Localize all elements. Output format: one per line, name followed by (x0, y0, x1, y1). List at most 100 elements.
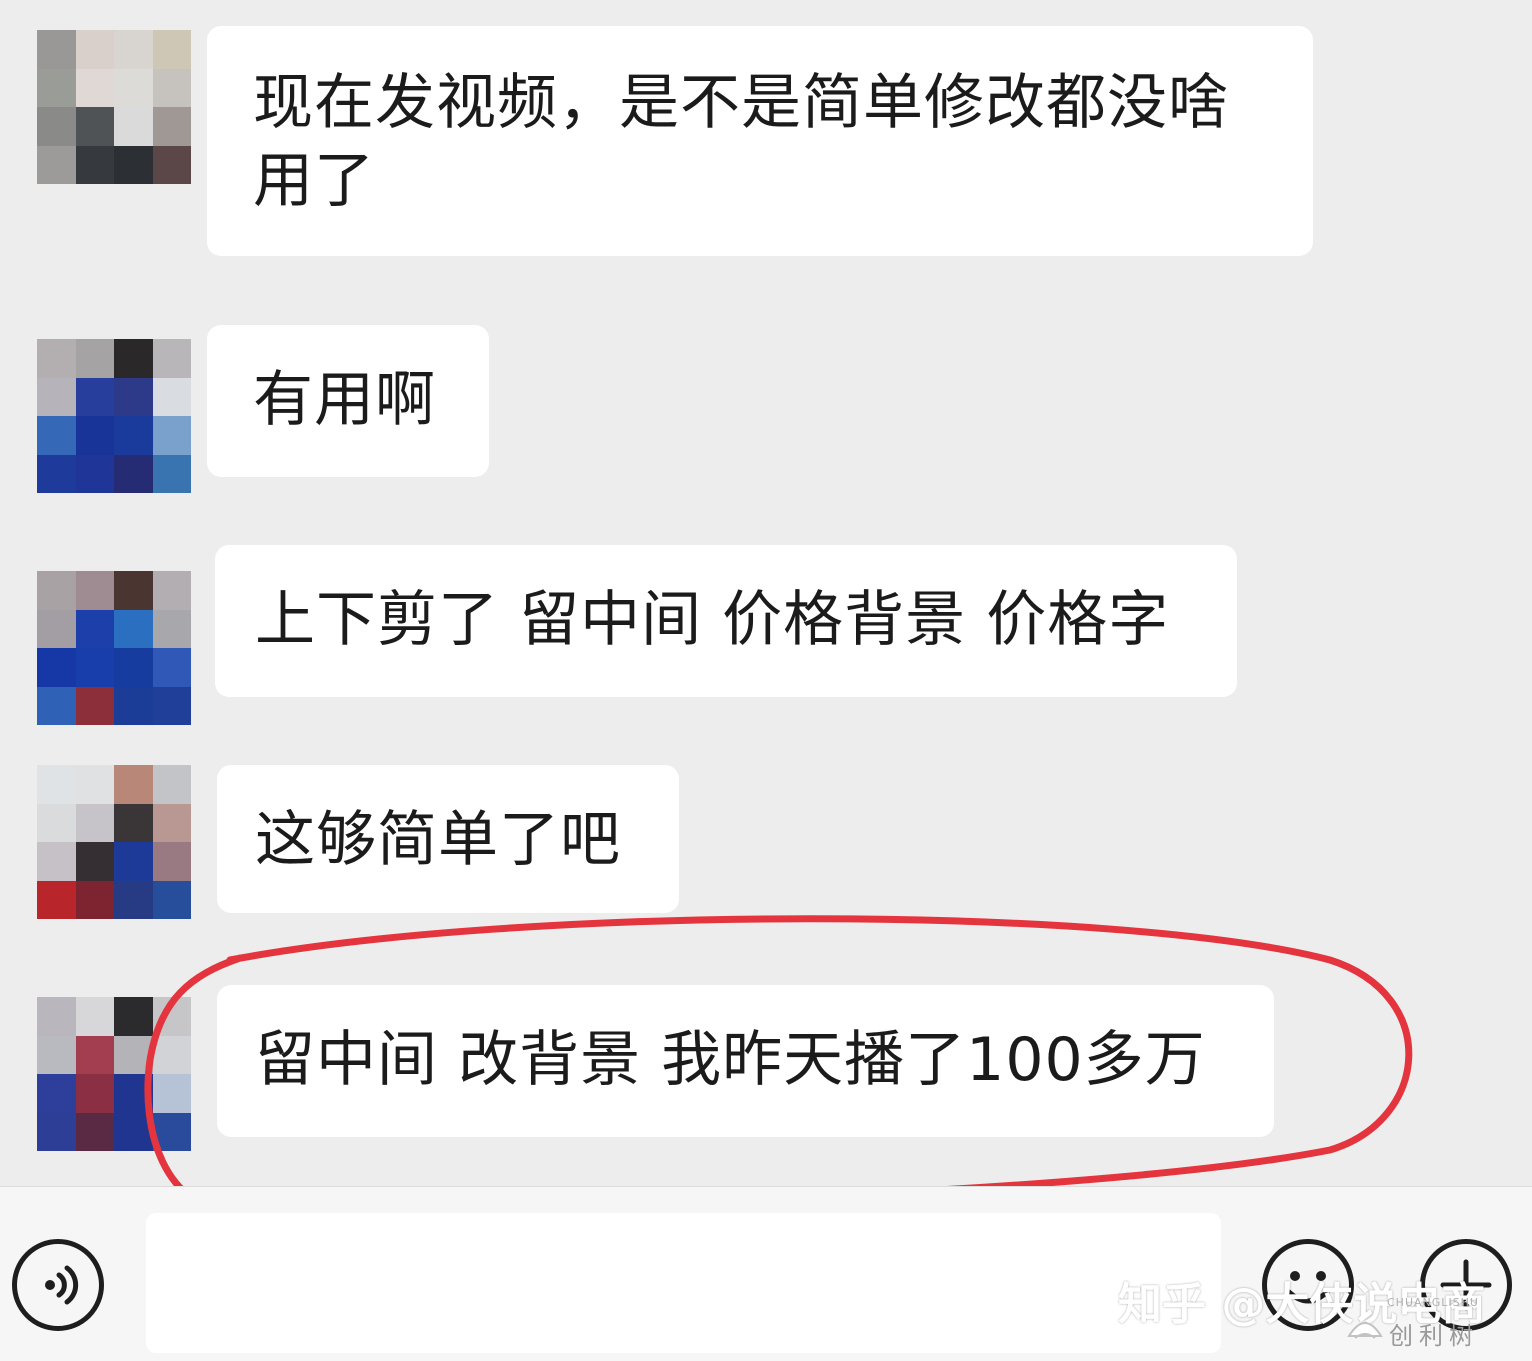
avatar-pixel (75, 609, 114, 648)
avatar-pixel (114, 107, 153, 146)
avatar-pixel (75, 997, 114, 1036)
avatar-pixel (114, 686, 153, 725)
avatar-pixel (37, 997, 76, 1036)
avatar-pixel (37, 1074, 76, 1113)
message-bubble[interactable]: 上下剪了 留中间 价格背景 价格字 (215, 545, 1237, 697)
tree-logo-icon (1347, 1322, 1383, 1339)
avatar-pixel (152, 416, 191, 455)
avatar-pixel (152, 107, 191, 146)
avatar-pixel (114, 571, 153, 610)
avatar-pixel (152, 377, 191, 416)
avatar-pixel (75, 842, 114, 881)
avatar-pixel (37, 803, 76, 842)
message-text: 这够简单了吧 (255, 805, 621, 875)
message-text: 用了 (253, 146, 375, 216)
logo-text-latin: CHUANGLISHU (1387, 1296, 1479, 1309)
avatar-pixel (37, 454, 76, 493)
avatar-pixel (37, 648, 76, 687)
avatar-pixel (114, 842, 153, 881)
avatar-pixel (75, 571, 114, 610)
avatar-pixel (152, 648, 191, 687)
avatar-pixel (152, 880, 191, 919)
avatar-pixel (152, 339, 191, 378)
avatar-pixel (37, 107, 76, 146)
avatar-pixel (75, 30, 114, 69)
avatar[interactable] (37, 30, 191, 184)
avatar-pixel (152, 997, 191, 1036)
avatar-pixel (114, 609, 153, 648)
avatar-pixel (114, 803, 153, 842)
avatar-pixel (152, 803, 191, 842)
avatar-pixel (114, 997, 153, 1036)
message-input[interactable] (146, 1213, 1221, 1353)
avatar-pixel (152, 145, 191, 184)
avatar-pixel (37, 1112, 76, 1151)
avatar-pixel (37, 609, 76, 648)
message-text: 上下剪了 留中间 价格背景 价格字 (255, 585, 1170, 655)
chat-area: 现在发视频，是不是简单修改都没啥 用了 有用啊 上下剪了 留中间 价格背景 价格… (0, 0, 1532, 1186)
avatar[interactable] (37, 997, 191, 1151)
avatar-pixel (75, 765, 114, 804)
message-text: 留中间 改背景 我昨天播了100多万 (255, 1025, 1206, 1095)
avatar-pixel (75, 803, 114, 842)
avatar-pixel (152, 1112, 191, 1151)
avatar-pixel (75, 454, 114, 493)
avatar-pixel (152, 842, 191, 881)
avatar-pixel (37, 416, 76, 455)
avatar-pixel (114, 145, 153, 184)
avatar-pixel (152, 454, 191, 493)
voice-icon (45, 1265, 79, 1305)
voice-button[interactable] (12, 1239, 104, 1331)
message-bubble[interactable]: 这够简单了吧 (217, 765, 679, 913)
message-text: 现在发视频，是不是简单修改都没啥 (253, 68, 1229, 138)
avatar-pixel (152, 686, 191, 725)
avatar-pixel (75, 339, 114, 378)
avatar-pixel (152, 1074, 191, 1113)
avatar-pixel (75, 145, 114, 184)
avatar[interactable] (37, 571, 191, 725)
avatar-pixel (37, 686, 76, 725)
avatar-pixel (37, 339, 76, 378)
avatar-pixel (75, 648, 114, 687)
avatar[interactable] (37, 765, 191, 919)
avatar-pixel (37, 842, 76, 881)
avatar-pixel (152, 609, 191, 648)
avatar-pixel (114, 765, 153, 804)
avatar-pixel (114, 1074, 153, 1113)
message-bubble[interactable]: 有用啊 (207, 325, 489, 477)
avatar-pixel (152, 1035, 191, 1074)
message-bubble[interactable]: 留中间 改背景 我昨天播了100多万 (217, 985, 1274, 1137)
avatar-pixel (37, 571, 76, 610)
message-bubble[interactable]: 现在发视频，是不是简单修改都没啥 用了 (207, 26, 1313, 256)
avatar-pixel (152, 30, 191, 69)
avatar-pixel (37, 30, 76, 69)
avatar-pixel (114, 454, 153, 493)
avatar-pixel (75, 880, 114, 919)
avatar-pixel (75, 416, 114, 455)
avatar-pixel (114, 1112, 153, 1151)
avatar-pixel (152, 765, 191, 804)
avatar-pixel (152, 571, 191, 610)
avatar-pixel (114, 30, 153, 69)
avatar-pixel (37, 1035, 76, 1074)
avatar-pixel (37, 880, 76, 919)
avatar-pixel (37, 68, 76, 107)
avatar-pixel (75, 1035, 114, 1074)
avatar-pixel (75, 107, 114, 146)
avatar-pixel (75, 1112, 114, 1151)
avatar-pixel (75, 68, 114, 107)
avatar-pixel (75, 686, 114, 725)
avatar-pixel (75, 377, 114, 416)
avatar-pixel (114, 339, 153, 378)
avatar-pixel (75, 1074, 114, 1113)
avatar-pixel (37, 765, 76, 804)
avatar-pixel (152, 68, 191, 107)
logo-text-chinese: 创利树 (1389, 1322, 1479, 1350)
brand-logo: CHUANGLISHU 创利树 (1345, 1296, 1515, 1352)
avatar-pixel (37, 377, 76, 416)
avatar-pixel (114, 880, 153, 919)
avatar-pixel (114, 68, 153, 107)
message-text: 有用啊 (253, 365, 436, 435)
avatar-pixel (114, 377, 153, 416)
avatar[interactable] (37, 339, 191, 493)
